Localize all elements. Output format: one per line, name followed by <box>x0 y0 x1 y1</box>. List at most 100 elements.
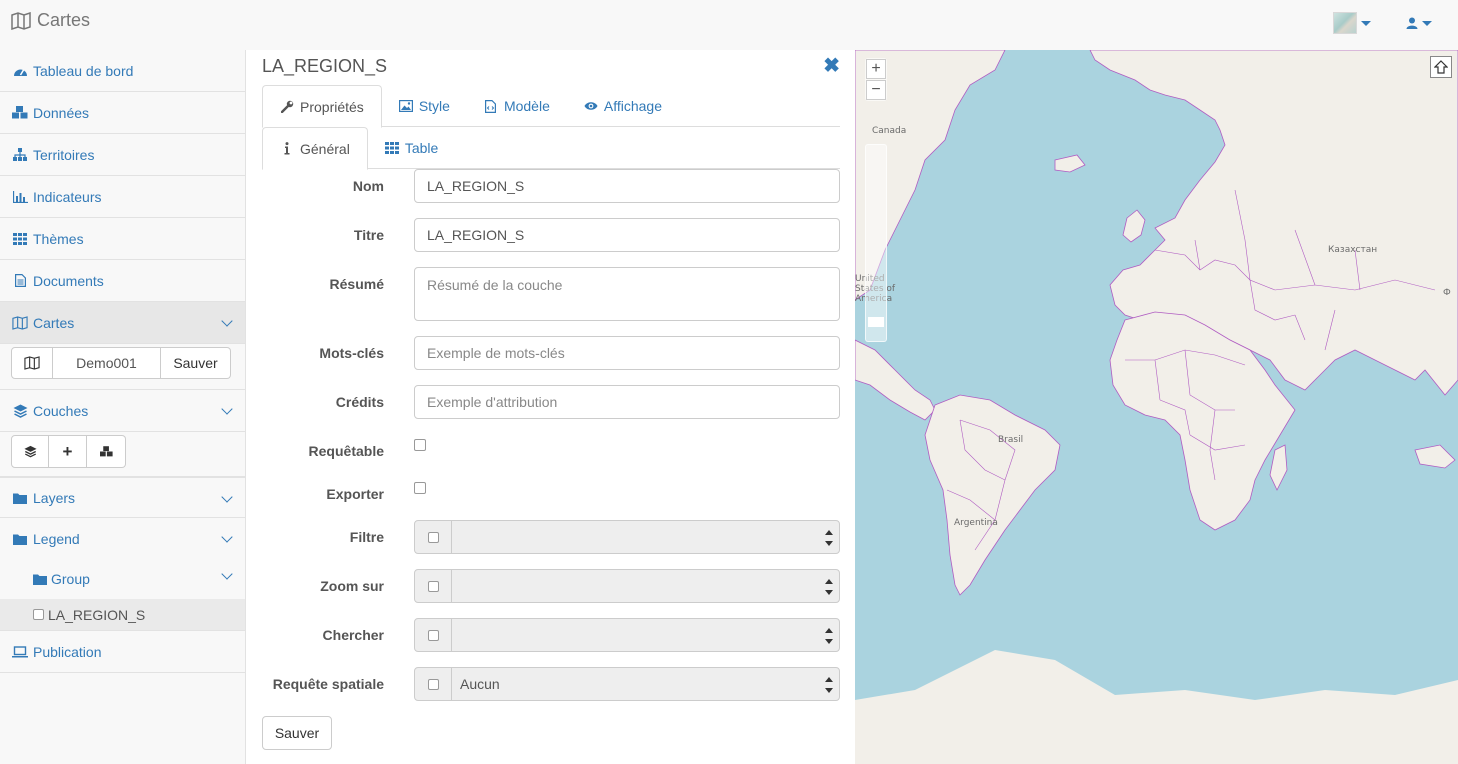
cubes-icon <box>12 106 28 120</box>
legend-group-label: Group <box>51 570 90 587</box>
sidebar-item-indicators[interactable]: Indicateurs <box>0 176 245 218</box>
tab-label: Général <box>300 140 350 157</box>
export-checkbox[interactable] <box>414 482 426 494</box>
sidebar-item-maps[interactable]: Cartes <box>0 302 245 344</box>
zoom-to-extent-button[interactable] <box>1430 56 1452 78</box>
tab-label: Propriétés <box>300 98 364 115</box>
map-name-input[interactable]: Demo001 <box>53 347 161 379</box>
chevron-down-icon[interactable] <box>221 531 233 543</box>
nom-input[interactable]: LA_REGION_S <box>414 169 840 203</box>
open-map-button[interactable] <box>11 347 53 379</box>
tab-template[interactable]: Modèle <box>467 85 567 127</box>
sidebar: Tableau de bord Données Territoires Indi… <box>0 50 246 764</box>
main-tabs: Propriétés Style Modèle Affichage <box>262 85 840 128</box>
tab-label: Modèle <box>503 98 550 114</box>
add-layer-button[interactable]: + <box>49 435 87 468</box>
search-select[interactable] <box>451 618 840 652</box>
basemap-switcher[interactable] <box>1333 10 1371 36</box>
keywords-label: Mots-clés <box>319 345 384 361</box>
app-brand[interactable]: Cartes <box>11 10 90 31</box>
save-layer-button[interactable]: Sauver <box>262 716 332 750</box>
folder-icon <box>33 573 47 585</box>
credits-input[interactable]: Exemple d'attribution <box>414 385 840 419</box>
home-icon <box>1434 60 1448 74</box>
zoom-out-button[interactable]: − <box>866 80 886 100</box>
layer-catalog-button[interactable] <box>87 435 126 468</box>
layer-list-button[interactable] <box>11 435 49 468</box>
legend-layer-item[interactable]: LA_REGION_S <box>0 599 245 631</box>
spatial-query-checkbox[interactable] <box>427 678 439 690</box>
field-row-resume: Résumé Résumé de la couche <box>247 267 855 321</box>
tab-general[interactable]: Général <box>262 127 368 170</box>
save-map-button[interactable]: Sauver <box>161 347 231 379</box>
sidebar-item-dashboard[interactable]: Tableau de bord <box>0 50 245 92</box>
tab-display[interactable]: Affichage <box>567 85 679 127</box>
chevron-down-icon[interactable] <box>221 568 233 580</box>
chevron-down-icon[interactable] <box>221 315 233 327</box>
close-icon[interactable]: ✖ <box>823 56 840 76</box>
sidebar-item-documents[interactable]: Documents <box>0 260 245 302</box>
queryable-checkbox[interactable] <box>414 439 426 451</box>
eye-icon <box>584 99 598 113</box>
filter-checkbox[interactable] <box>427 531 439 543</box>
sidebar-item-label: Tableau de bord <box>33 62 134 79</box>
zoom-select[interactable] <box>451 569 840 603</box>
sidebar-item-themes[interactable]: Thèmes <box>0 218 245 260</box>
chevron-down-icon <box>1361 20 1371 26</box>
folder-icon <box>12 491 28 505</box>
sidebar-item-legend-folder[interactable]: Legend <box>0 518 245 559</box>
spatial-query-value: Aucun <box>460 676 500 692</box>
central-america-landmass <box>855 339 936 421</box>
search-label: Chercher <box>322 627 384 643</box>
resume-textarea[interactable]: Résumé de la couche <box>414 267 840 321</box>
zoom-slider-handle[interactable] <box>868 317 884 327</box>
map-icon <box>11 11 31 30</box>
select-arrows-icon <box>825 579 833 595</box>
filter-select[interactable] <box>451 520 840 554</box>
top-navbar: Cartes <box>0 0 1458 50</box>
field-row-zoom: Zoom sur <box>247 569 855 603</box>
layer-properties-panel: LA_REGION_S ✖ Propriétés Style Modèle Af… <box>247 50 855 764</box>
document-icon <box>12 274 28 288</box>
tab-table[interactable]: Table <box>368 127 455 169</box>
map-label-brasil: Brasil <box>998 435 1024 445</box>
sidebar-item-label: Territoires <box>33 146 95 163</box>
zoom-in-button[interactable]: + <box>866 59 886 79</box>
field-row-nom: Nom LA_REGION_S <box>247 169 855 203</box>
titre-input[interactable]: LA_REGION_S <box>414 218 840 252</box>
keywords-input[interactable]: Exemple de mots-clés <box>414 336 840 370</box>
sidebar-item-label: Legend <box>33 530 80 547</box>
tab-style[interactable]: Style <box>382 85 467 127</box>
legend-group-item[interactable]: Group <box>0 559 245 599</box>
queryable-label: Requêtable <box>308 443 384 459</box>
sidebar-item-data[interactable]: Données <box>0 92 245 134</box>
map-view[interactable]: Canada United States of America Brasil A… <box>855 50 1458 764</box>
user-menu[interactable] <box>1406 10 1432 36</box>
sidebar-item-territories[interactable]: Territoires <box>0 134 245 176</box>
zoom-checkbox[interactable] <box>427 580 439 592</box>
tab-label: Style <box>418 98 450 114</box>
panel-title: LA_REGION_S <box>262 56 388 76</box>
zoom-slider[interactable] <box>865 144 887 342</box>
layer-visibility-checkbox[interactable] <box>33 609 44 620</box>
chevron-down-icon[interactable] <box>221 491 233 503</box>
sitemap-icon <box>12 148 28 162</box>
indonesia-landmass <box>1414 444 1456 469</box>
antarctica-landmass <box>855 650 1458 764</box>
search-checkbox[interactable] <box>427 629 439 641</box>
select-arrows-icon <box>825 677 833 693</box>
plus-icon: + <box>62 441 73 461</box>
field-row-titre: Titre LA_REGION_S <box>247 218 855 252</box>
layers-icon <box>12 404 28 418</box>
sidebar-item-label: Cartes <box>33 314 75 331</box>
tab-properties[interactable]: Propriétés <box>262 85 382 128</box>
sidebar-item-layers-folder[interactable]: Layers <box>0 477 245 518</box>
uk-landmass <box>1122 209 1146 243</box>
sidebar-item-layers-section[interactable]: Couches <box>0 390 245 432</box>
chevron-down-icon[interactable] <box>221 403 233 415</box>
spatial-query-select[interactable]: Aucun <box>451 667 840 701</box>
sidebar-item-publication[interactable]: Publication <box>0 631 245 673</box>
map-label-kazakhstan: Казахстан <box>1328 245 1378 255</box>
filter-label: Filtre <box>349 529 384 545</box>
select-arrows-icon <box>825 530 833 546</box>
